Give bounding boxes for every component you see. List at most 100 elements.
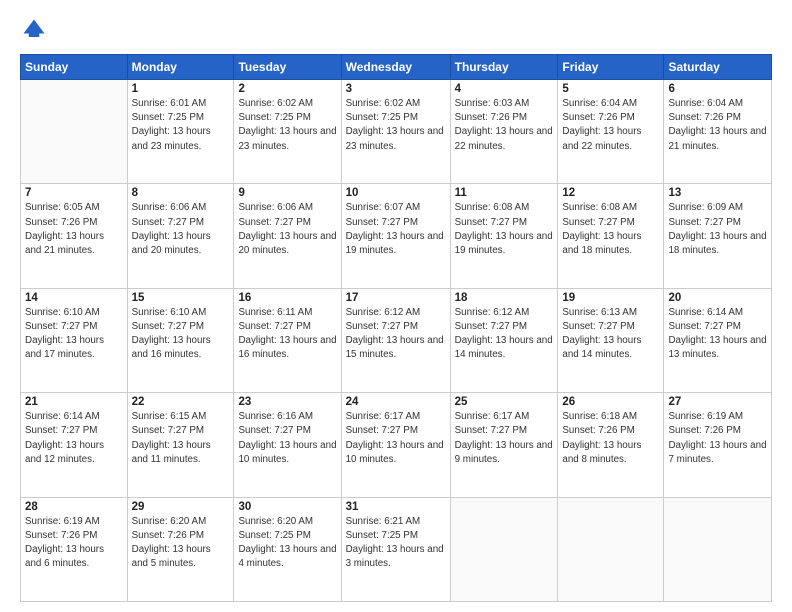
day-info: Sunrise: 6:19 AMSunset: 7:26 PMDaylight:… (25, 515, 123, 572)
day-number: 28 (25, 501, 123, 513)
day-number: 11 (455, 187, 554, 199)
weekday-header: Wednesday (341, 55, 450, 80)
day-number: 17 (346, 292, 446, 304)
day-info: Sunrise: 6:08 AMSunset: 7:27 PMDaylight:… (562, 201, 659, 258)
calendar-table: SundayMondayTuesdayWednesdayThursdayFrid… (20, 54, 772, 602)
day-info: Sunrise: 6:02 AMSunset: 7:25 PMDaylight:… (346, 97, 446, 154)
day-number: 20 (668, 292, 767, 304)
day-info: Sunrise: 6:03 AMSunset: 7:26 PMDaylight:… (455, 97, 554, 154)
day-info: Sunrise: 6:01 AMSunset: 7:25 PMDaylight:… (132, 97, 230, 154)
day-info: Sunrise: 6:12 AMSunset: 7:27 PMDaylight:… (346, 306, 446, 363)
day-info: Sunrise: 6:06 AMSunset: 7:27 PMDaylight:… (132, 201, 230, 258)
day-number: 16 (238, 292, 336, 304)
day-info: Sunrise: 6:20 AMSunset: 7:26 PMDaylight:… (132, 515, 230, 572)
day-number: 19 (562, 292, 659, 304)
day-number: 23 (238, 396, 336, 408)
calendar-cell: 27 Sunrise: 6:19 AMSunset: 7:26 PMDayligh… (664, 393, 772, 497)
day-info: Sunrise: 6:05 AMSunset: 7:26 PMDaylight:… (25, 201, 123, 258)
calendar-cell: 16 Sunrise: 6:11 AMSunset: 7:27 PMDayligh… (234, 288, 341, 392)
calendar-cell (664, 497, 772, 601)
day-info: Sunrise: 6:17 AMSunset: 7:27 PMDaylight:… (455, 410, 554, 467)
weekday-header: Tuesday (234, 55, 341, 80)
weekday-header: Friday (558, 55, 664, 80)
calendar-cell: 25 Sunrise: 6:17 AMSunset: 7:27 PMDayligh… (450, 393, 558, 497)
calendar-cell (450, 497, 558, 601)
day-info: Sunrise: 6:08 AMSunset: 7:27 PMDaylight:… (455, 201, 554, 258)
day-number: 31 (346, 501, 446, 513)
day-number: 9 (238, 187, 336, 199)
day-number: 27 (668, 396, 767, 408)
day-info: Sunrise: 6:09 AMSunset: 7:27 PMDaylight:… (668, 201, 767, 258)
day-info: Sunrise: 6:06 AMSunset: 7:27 PMDaylight:… (238, 201, 336, 258)
weekday-header: Thursday (450, 55, 558, 80)
calendar-cell: 8 Sunrise: 6:06 AMSunset: 7:27 PMDaylight… (127, 184, 234, 288)
calendar-cell: 11 Sunrise: 6:08 AMSunset: 7:27 PMDayligh… (450, 184, 558, 288)
calendar-cell: 23 Sunrise: 6:16 AMSunset: 7:27 PMDayligh… (234, 393, 341, 497)
day-number: 3 (346, 83, 446, 95)
day-info: Sunrise: 6:21 AMSunset: 7:25 PMDaylight:… (346, 515, 446, 572)
day-number: 25 (455, 396, 554, 408)
day-number: 29 (132, 501, 230, 513)
calendar-cell: 14 Sunrise: 6:10 AMSunset: 7:27 PMDayligh… (21, 288, 128, 392)
calendar-cell: 3 Sunrise: 6:02 AMSunset: 7:25 PMDaylight… (341, 80, 450, 184)
day-info: Sunrise: 6:15 AMSunset: 7:27 PMDaylight:… (132, 410, 230, 467)
day-info: Sunrise: 6:16 AMSunset: 7:27 PMDaylight:… (238, 410, 336, 467)
day-info: Sunrise: 6:11 AMSunset: 7:27 PMDaylight:… (238, 306, 336, 363)
weekday-header: Sunday (21, 55, 128, 80)
calendar-cell: 6 Sunrise: 6:04 AMSunset: 7:26 PMDaylight… (664, 80, 772, 184)
calendar-cell: 5 Sunrise: 6:04 AMSunset: 7:26 PMDaylight… (558, 80, 664, 184)
calendar-cell (558, 497, 664, 601)
day-number: 2 (238, 83, 336, 95)
day-info: Sunrise: 6:10 AMSunset: 7:27 PMDaylight:… (132, 306, 230, 363)
day-number: 10 (346, 187, 446, 199)
day-number: 7 (25, 187, 123, 199)
weekday-header-row: SundayMondayTuesdayWednesdayThursdayFrid… (21, 55, 772, 80)
calendar-cell: 15Sunrise: 6:10 AMSunset: 7:27 PMDayligh… (127, 288, 234, 392)
calendar-cell: 10Sunrise: 6:07 AMSunset: 7:27 PMDayligh… (341, 184, 450, 288)
calendar-cell: 28 Sunrise: 6:19 AMSunset: 7:26 PMDayligh… (21, 497, 128, 601)
calendar-cell: 13 Sunrise: 6:09 AMSunset: 7:27 PMDayligh… (664, 184, 772, 288)
calendar-cell: 29 Sunrise: 6:20 AMSunset: 7:26 PMDayligh… (127, 497, 234, 601)
day-info: Sunrise: 6:17 AMSunset: 7:27 PMDaylight:… (346, 410, 446, 467)
calendar-cell: 21 Sunrise: 6:14 AMSunset: 7:27 PMDayligh… (21, 393, 128, 497)
weekday-header: Saturday (664, 55, 772, 80)
calendar-cell: 12 Sunrise: 6:08 AMSunset: 7:27 PMDayligh… (558, 184, 664, 288)
day-number: 1 (132, 83, 230, 95)
day-number: 12 (562, 187, 659, 199)
day-number: 26 (562, 396, 659, 408)
day-number: 30 (238, 501, 336, 513)
weekday-header: Monday (127, 55, 234, 80)
day-info: Sunrise: 6:12 AMSunset: 7:27 PMDaylight:… (455, 306, 554, 363)
calendar-cell: 9 Sunrise: 6:06 AMSunset: 7:27 PMDaylight… (234, 184, 341, 288)
page-header (20, 16, 772, 44)
day-info: Sunrise: 6:04 AMSunset: 7:26 PMDaylight:… (562, 97, 659, 154)
day-info: Sunrise: 6:14 AMSunset: 7:27 PMDaylight:… (25, 410, 123, 467)
day-number: 8 (132, 187, 230, 199)
calendar-cell: 26Sunrise: 6:18 AMSunset: 7:26 PMDayligh… (558, 393, 664, 497)
calendar-cell: 7 Sunrise: 6:05 AMSunset: 7:26 PMDaylight… (21, 184, 128, 288)
day-number: 5 (562, 83, 659, 95)
day-number: 6 (668, 83, 767, 95)
logo (20, 16, 52, 44)
day-number: 4 (455, 83, 554, 95)
day-info: Sunrise: 6:14 AMSunset: 7:27 PMDaylight:… (668, 306, 767, 363)
calendar-cell: 19Sunrise: 6:13 AMSunset: 7:27 PMDayligh… (558, 288, 664, 392)
day-info: Sunrise: 6:04 AMSunset: 7:26 PMDaylight:… (668, 97, 767, 154)
day-number: 24 (346, 396, 446, 408)
calendar-cell: 2Sunrise: 6:02 AMSunset: 7:25 PMDaylight… (234, 80, 341, 184)
day-number: 14 (25, 292, 123, 304)
day-number: 18 (455, 292, 554, 304)
calendar-cell: 1 Sunrise: 6:01 AMSunset: 7:25 PMDaylight… (127, 80, 234, 184)
calendar-cell: 30Sunrise: 6:20 AMSunset: 7:25 PMDayligh… (234, 497, 341, 601)
logo-icon (20, 16, 48, 44)
calendar-cell: 24 Sunrise: 6:17 AMSunset: 7:27 PMDayligh… (341, 393, 450, 497)
calendar-cell: 22Sunrise: 6:15 AMSunset: 7:27 PMDayligh… (127, 393, 234, 497)
day-number: 21 (25, 396, 123, 408)
calendar-cell: 18 Sunrise: 6:12 AMSunset: 7:27 PMDayligh… (450, 288, 558, 392)
calendar-cell: 17 Sunrise: 6:12 AMSunset: 7:27 PMDayligh… (341, 288, 450, 392)
calendar-cell (21, 80, 128, 184)
calendar-cell: 20 Sunrise: 6:14 AMSunset: 7:27 PMDayligh… (664, 288, 772, 392)
day-number: 13 (668, 187, 767, 199)
day-info: Sunrise: 6:19 AMSunset: 7:26 PMDaylight:… (668, 410, 767, 467)
day-info: Sunrise: 6:10 AMSunset: 7:27 PMDaylight:… (25, 306, 123, 363)
